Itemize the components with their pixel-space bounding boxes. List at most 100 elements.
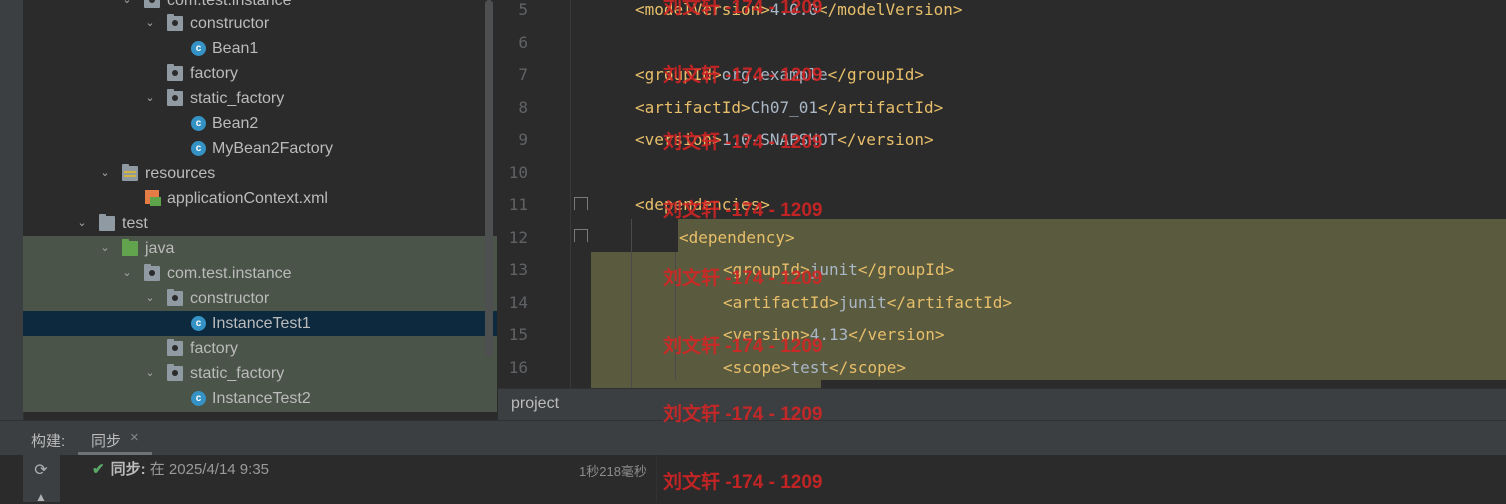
tree-item-static-factory[interactable]: ⌄ static_factory [23, 86, 497, 111]
watermark-text: 刘文轩 -174 - 1209 [663, 0, 823, 18]
line-number: 16 [508, 358, 528, 377]
watermark-text: 刘文轩 -174 - 1209 [663, 472, 823, 493]
xml-file-icon [145, 190, 161, 206]
tab-label: 同步 [91, 433, 122, 450]
left-tool-strip [0, 0, 24, 420]
sync-duration: 1秒218毫秒 [579, 464, 647, 479]
tree-item-label: MyBean2Factory [212, 140, 333, 157]
tree-item-constructor-test[interactable]: ⌄ constructor [23, 286, 497, 311]
line-number: 9 [518, 130, 528, 149]
line-number: 7 [518, 65, 528, 84]
class-icon: c [191, 41, 206, 56]
tree-item-label: com.test.instance [167, 265, 292, 282]
code-line: <artifactId>junit</artifactId> [723, 293, 1012, 312]
watermark-text: 刘文轩 -174 - 1209 [663, 132, 823, 153]
tree-item-factory-test[interactable]: factory [23, 336, 497, 361]
tree-item-label: test [122, 215, 148, 232]
chevron-down-icon[interactable]: ⌄ [121, 261, 133, 286]
package-icon [144, 0, 160, 8]
package-icon [167, 364, 183, 381]
tree-item-test[interactable]: ⌄ test [23, 211, 497, 236]
fold-icon[interactable] [574, 229, 588, 242]
test-source-folder-icon [122, 239, 138, 256]
chevron-down-icon[interactable]: ⌄ [144, 86, 156, 111]
package-icon [167, 339, 183, 356]
tree-scrollbar[interactable] [485, 0, 493, 357]
build-window-title: 构建: [31, 433, 66, 450]
tab-sync[interactable]: 同步 × [78, 421, 152, 456]
refresh-icon[interactable]: ⟳ [33, 463, 49, 479]
tree-item-instancetest2[interactable]: c InstanceTest2 [23, 386, 497, 411]
chevron-down-icon[interactable]: ⌄ [144, 11, 156, 36]
test-class-icon: c [191, 316, 206, 331]
tree-item-label: constructor [190, 290, 270, 307]
watermark-text: 刘文轩 -174 - 1209 [663, 404, 823, 425]
tree-item-bean2[interactable]: c Bean2 [23, 111, 497, 136]
chevron-down-icon[interactable]: ⌄ [99, 161, 111, 186]
tree-item-applicationcontext-xml[interactable]: applicationContext.xml [23, 186, 497, 211]
editor-breadcrumb-bar: project [498, 388, 1506, 421]
fold-icon[interactable] [574, 197, 588, 210]
gutter-separator [570, 0, 571, 388]
indent-guide [631, 219, 632, 388]
line-number: 8 [518, 98, 528, 117]
watermark-text: 刘文轩 -174 - 1209 [663, 336, 823, 357]
tree-item-label: Bean1 [212, 40, 259, 57]
check-icon: ✔ [92, 461, 105, 478]
chevron-down-icon[interactable]: ⌄ [99, 236, 111, 261]
code-line: <scope>test</scope> [723, 358, 907, 377]
tree-item-label: static_factory [190, 90, 285, 107]
tree-item-label: Bean2 [212, 115, 259, 132]
line-number: 15 [508, 325, 528, 344]
package-icon [167, 89, 183, 106]
resources-folder-icon [122, 164, 138, 181]
package-icon [167, 289, 183, 306]
line-number: 13 [508, 260, 528, 279]
tree-item-resources[interactable]: ⌄ resources [23, 161, 497, 186]
line-number: 6 [518, 33, 528, 52]
line-number: 11 [508, 195, 528, 214]
line-number: 5 [518, 0, 528, 19]
close-icon[interactable]: × [130, 429, 139, 446]
folder-icon [99, 214, 115, 231]
tree-item-instancetest1[interactable]: c InstanceTest1 [23, 311, 497, 336]
project-tree: ⌄ com.test.instance ⌄ constructor c Bean… [23, 0, 497, 412]
tree-item-label: applicationContext.xml [167, 190, 328, 207]
tree-item-factory[interactable]: factory [23, 61, 497, 86]
dependency-highlight-tail [591, 380, 821, 388]
tree-item-bean1[interactable]: c Bean1 [23, 36, 497, 61]
class-icon: c [191, 116, 206, 131]
watermark-text: 刘文轩 -174 - 1209 [663, 200, 823, 221]
code-line: <dependency> [679, 228, 795, 247]
line-number: 12 [508, 228, 528, 247]
panel-divider [656, 455, 657, 502]
tree-item-label: factory [190, 65, 239, 82]
dependency-highlight [678, 219, 1506, 252]
package-icon [167, 64, 183, 81]
tree-item-static-factory-test[interactable]: ⌄ static_factory [23, 361, 497, 386]
tree-item-com-test-instance-test[interactable]: ⌄ com.test.instance [23, 261, 497, 286]
chevron-down-icon[interactable]: ⌄ [144, 286, 156, 311]
sync-status-row[interactable]: ✔ 同步: 在 2025/4/14 9:35 [92, 458, 269, 479]
tree-item-label: constructor [190, 15, 270, 32]
tree-item-mybean2factory[interactable]: c MyBean2Factory [23, 136, 497, 161]
class-icon: c [191, 391, 206, 406]
collapse-up-icon[interactable]: ▲ [35, 490, 47, 504]
code-editor[interactable]: 5 <modelVersion>4.0.0</modelVersion> 6 7… [498, 0, 1506, 388]
package-icon [144, 264, 160, 281]
tree-item-label: factory [190, 340, 239, 357]
breadcrumb[interactable]: project [511, 395, 559, 413]
tree-item-java[interactable]: ⌄ java [23, 236, 497, 261]
tree-item-label: java [145, 240, 175, 257]
line-number: 14 [508, 293, 528, 312]
tree-item-label: static_factory [190, 365, 285, 382]
package-icon [167, 14, 183, 31]
chevron-down-icon[interactable]: ⌄ [144, 361, 156, 386]
sync-status-label: 同步: [110, 461, 146, 478]
tree-item-label: resources [145, 165, 216, 182]
tree-item-label: InstanceTest1 [212, 315, 311, 332]
tree-item-constructor[interactable]: ⌄ constructor [23, 11, 497, 36]
code-line: <artifactId>Ch07_01</artifactId> [635, 98, 944, 117]
chevron-down-icon[interactable]: ⌄ [76, 211, 88, 236]
class-icon: c [191, 141, 206, 156]
